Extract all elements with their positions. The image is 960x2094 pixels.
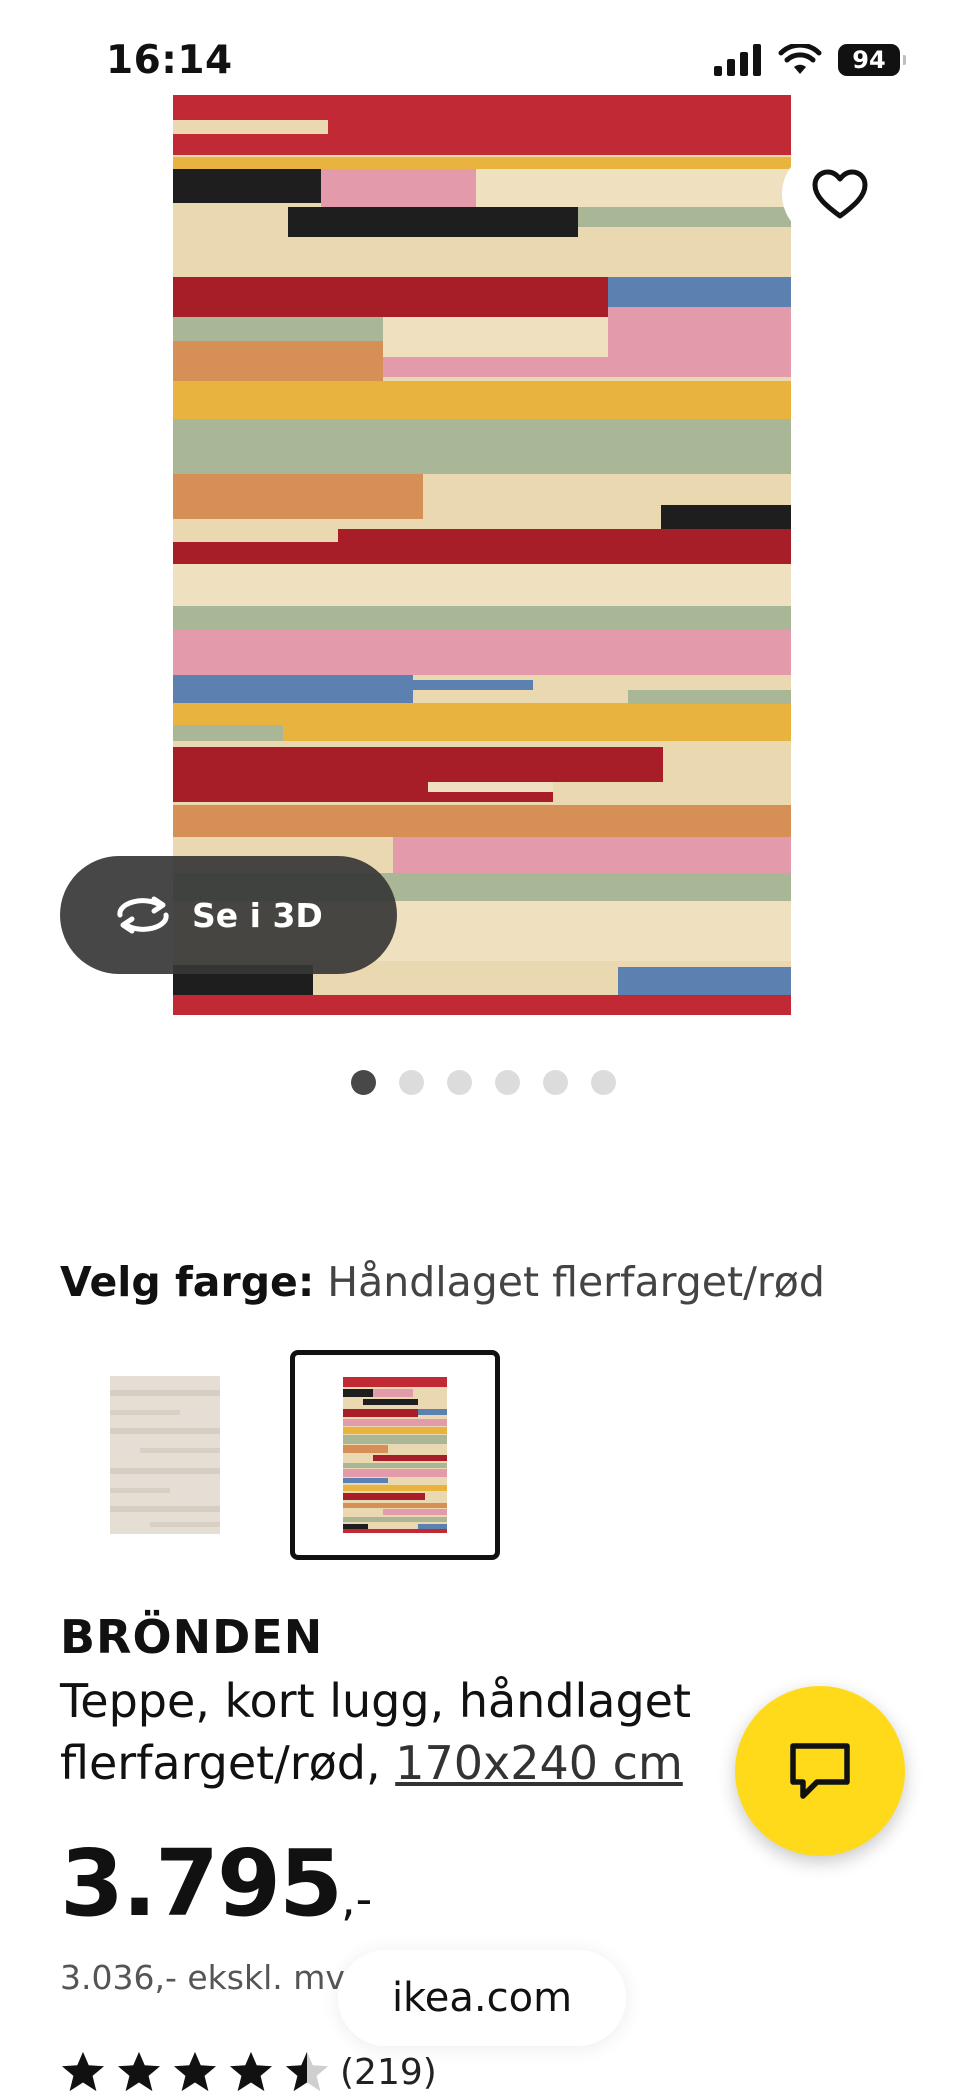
pagination-dot[interactable] bbox=[591, 1070, 616, 1095]
rating-count: (219) bbox=[340, 2051, 437, 2093]
signal-icon bbox=[714, 44, 761, 76]
swatch-natural-image bbox=[110, 1376, 220, 1534]
view-3d-button[interactable]: Se i 3D bbox=[60, 856, 397, 974]
product-size-link[interactable]: 170x240 cm bbox=[395, 1736, 683, 1790]
pagination-dot[interactable] bbox=[351, 1070, 376, 1095]
rotate-3d-icon bbox=[117, 896, 169, 934]
chat-icon bbox=[790, 1743, 850, 1799]
star-icon bbox=[173, 2051, 217, 2092]
star-icon bbox=[61, 2051, 105, 2092]
image-pagination bbox=[0, 1070, 960, 1095]
wifi-icon bbox=[778, 44, 822, 74]
star-half-icon bbox=[285, 2051, 329, 2092]
product-price: 3.795,- bbox=[60, 1830, 372, 1937]
product-image-gallery[interactable]: Se i 3D bbox=[0, 0, 960, 1080]
favourite-button[interactable] bbox=[782, 148, 898, 240]
price-value: 3.795 bbox=[60, 1830, 343, 1937]
color-label-title: Velg farge: bbox=[60, 1258, 315, 1306]
pagination-dot[interactable] bbox=[447, 1070, 472, 1095]
status-icons: 94 bbox=[714, 44, 906, 76]
color-selector-label: Velg farge: Håndlaget flerfarget/rød bbox=[60, 1258, 825, 1306]
product-rating[interactable]: (219) bbox=[60, 2050, 437, 2094]
status-bar: 16:14 94 bbox=[0, 0, 960, 120]
swatch-multicolour-image bbox=[343, 1377, 447, 1533]
pagination-dot[interactable] bbox=[399, 1070, 424, 1095]
star-icon bbox=[229, 2051, 273, 2092]
product-name: BRÖNDEN bbox=[60, 1610, 324, 1664]
heart-icon bbox=[812, 169, 868, 219]
view-3d-label: Se i 3D bbox=[192, 895, 323, 935]
browser-url-bar[interactable]: ikea.com bbox=[338, 1950, 626, 2046]
swatch-natural[interactable] bbox=[60, 1350, 270, 1560]
price-ex-vat: 3.036,- ekskl. mv bbox=[60, 1958, 345, 1997]
pagination-dot[interactable] bbox=[543, 1070, 568, 1095]
pagination-dot[interactable] bbox=[495, 1070, 520, 1095]
browser-url: ikea.com bbox=[391, 1975, 573, 2021]
swatch-multicolour-red[interactable] bbox=[290, 1350, 500, 1560]
chat-button[interactable] bbox=[735, 1686, 905, 1856]
battery-icon: 94 bbox=[838, 44, 906, 76]
star-icon bbox=[117, 2051, 161, 2092]
status-time: 16:14 bbox=[106, 38, 233, 83]
color-label-value: Håndlaget flerfarget/rød bbox=[327, 1258, 825, 1306]
product-description: Teppe, kort lugg, håndlaget flerfarget/r… bbox=[60, 1670, 740, 1794]
color-swatches bbox=[60, 1350, 500, 1560]
price-suffix: ,- bbox=[341, 1872, 373, 1926]
